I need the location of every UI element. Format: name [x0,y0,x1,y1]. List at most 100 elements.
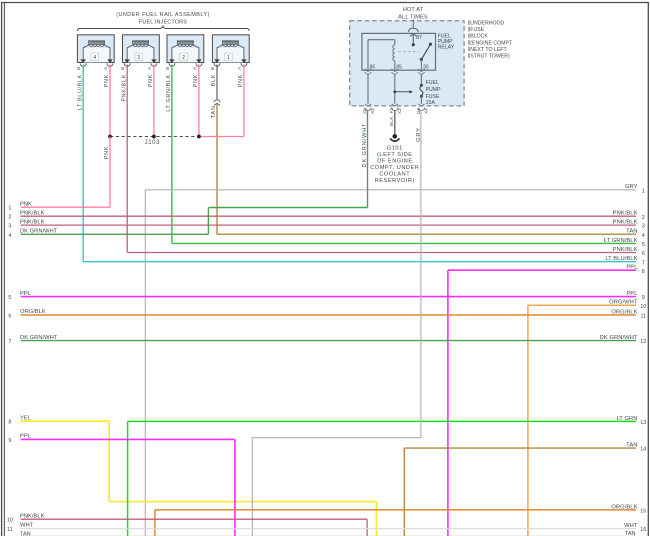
svg-text:A: A [103,67,108,70]
svg-text:15: 15 [640,509,646,515]
svg-text:NEXT TO LEFT: NEXT TO LEFT [470,47,507,53]
svg-text:8: 8 [8,420,11,426]
svg-text:TAN: TAN [626,443,637,449]
svg-text:TAN: TAN [20,532,31,536]
svg-text:ORG/BLK: ORG/BLK [20,309,46,315]
svg-text:F6: F6 [362,108,367,114]
svg-text:X4: X4 [370,108,375,114]
svg-text:F2: F2 [389,108,394,114]
svg-text:D4: D4 [416,108,421,114]
svg-text:WHT: WHT [624,523,638,529]
svg-text:6: 6 [8,314,11,320]
svg-text:(LEFT SIDE: (LEFT SIDE [377,152,413,158]
svg-text:A: A [237,67,242,70]
svg-text:13: 13 [640,420,646,426]
svg-text:PNK/BLK: PNK/BLK [20,210,45,216]
svg-text:A: A [192,67,197,70]
svg-text:5: 5 [8,295,11,301]
svg-text:LT BLU/BLK: LT BLU/BLK [605,256,637,262]
svg-text:2: 2 [642,215,645,221]
svg-text:PNK: PNK [104,74,110,87]
svg-text:PPL: PPL [20,434,32,440]
svg-text:LT GRN/BLK: LT GRN/BLK [166,74,172,112]
svg-text:3: 3 [137,55,140,61]
svg-text:ORG/BLK: ORG/BLK [611,504,637,510]
svg-text:3: 3 [642,224,645,230]
svg-text:DK GRN/WHT: DK GRN/WHT [20,335,58,341]
svg-text:PNK: PNK [193,74,199,87]
svg-text:3: 3 [8,224,11,230]
svg-text:PNK/BLK: PNK/BLK [121,74,127,101]
svg-text:14: 14 [640,447,646,453]
svg-text:11: 11 [7,527,13,533]
svg-text:TAN: TAN [211,106,217,118]
svg-text:9: 9 [8,438,11,444]
svg-text:COOLANT: COOLANT [379,171,410,177]
svg-text:RESERVOIR): RESERVOIR) [375,178,415,184]
svg-text:TAN: TAN [625,531,636,536]
svg-text:HOT AT: HOT AT [403,7,424,13]
svg-text:ORG/BLK: ORG/BLK [611,309,637,315]
svg-text:(UNDER FUEL RAIL ASSEMBLY): (UNDER FUEL RAIL ASSEMBLY) [116,12,210,18]
svg-text:(ENGINE COMPT: (ENGINE COMPT [470,40,513,46]
svg-text:STRUT TOWER): STRUT TOWER) [470,54,510,60]
svg-text:LT GRN/BLK: LT GRN/BLK [604,238,638,244]
svg-text:PNK/BLK: PNK/BLK [613,220,638,226]
svg-text:PPL: PPL [20,291,32,297]
svg-text:BLOCK: BLOCK [470,34,488,40]
svg-text:16: 16 [640,527,646,533]
svg-text:4: 4 [642,233,645,239]
svg-text:5: 5 [642,242,645,248]
svg-text:7: 7 [8,339,11,345]
svg-text:TAN: TAN [626,229,637,235]
svg-text:1: 1 [642,188,645,194]
svg-text:11: 11 [640,314,646,320]
svg-text:RELAY: RELAY [438,44,455,50]
svg-text:FUEL: FUEL [426,80,439,86]
svg-text:X4: X4 [424,108,429,114]
svg-text:PNK/BLK: PNK/BLK [20,513,45,519]
svg-text:2: 2 [182,55,185,61]
svg-text:15A: 15A [426,100,436,106]
svg-text:COMPT, UNDER: COMPT, UNDER [370,165,419,171]
svg-text:2: 2 [8,215,11,221]
svg-text:G101: G101 [387,145,403,151]
svg-text:LT BLU/BLK: LT BLU/BLK [77,74,83,110]
svg-text:1: 1 [8,206,11,212]
svg-text:FUSE: FUSE [470,27,484,33]
svg-text:PNK/BLK: PNK/BLK [613,247,638,253]
svg-text:7: 7 [642,260,645,266]
svg-text:DK GRN/WHT: DK GRN/WHT [20,229,58,235]
svg-text:UNDERHOOD: UNDERHOOD [470,21,504,27]
svg-text:4: 4 [93,55,96,61]
svg-text:OF ENGINE: OF ENGINE [377,158,413,164]
svg-text:1: 1 [227,55,230,61]
svg-text:PPL: PPL [626,291,638,297]
svg-text:PNK/BLK: PNK/BLK [20,219,45,225]
svg-text:B: B [165,67,170,70]
svg-text:PNK: PNK [20,201,32,207]
svg-text:PNK: PNK [104,146,110,159]
svg-text:B: B [76,67,81,70]
svg-text:B: B [120,67,125,70]
svg-text:X3: X3 [397,108,402,114]
svg-text:WHT: WHT [20,523,34,529]
svg-text:6: 6 [642,251,645,257]
svg-text:87: 87 [416,35,422,41]
svg-text:PNK: PNK [238,74,244,87]
svg-text:9: 9 [642,295,645,301]
svg-text:8: 8 [642,269,645,275]
svg-text:PPL: PPL [626,265,638,271]
svg-text:B: B [210,67,215,70]
svg-text:YEL: YEL [20,415,32,421]
svg-text:PNK/BLK: PNK/BLK [613,211,638,217]
svg-text:DK GRN/WHT: DK GRN/WHT [600,335,638,341]
svg-text:FUEL INJECTORS: FUEL INJECTORS [139,20,187,26]
svg-text:BLK: BLK [389,116,394,126]
svg-text:PUMP: PUMP [426,87,442,93]
svg-text:GRY: GRY [625,184,638,190]
svg-text:12: 12 [640,339,646,345]
svg-text:BLK: BLK [211,74,217,86]
svg-text:10: 10 [640,304,646,310]
svg-text:PNK: PNK [148,74,154,87]
